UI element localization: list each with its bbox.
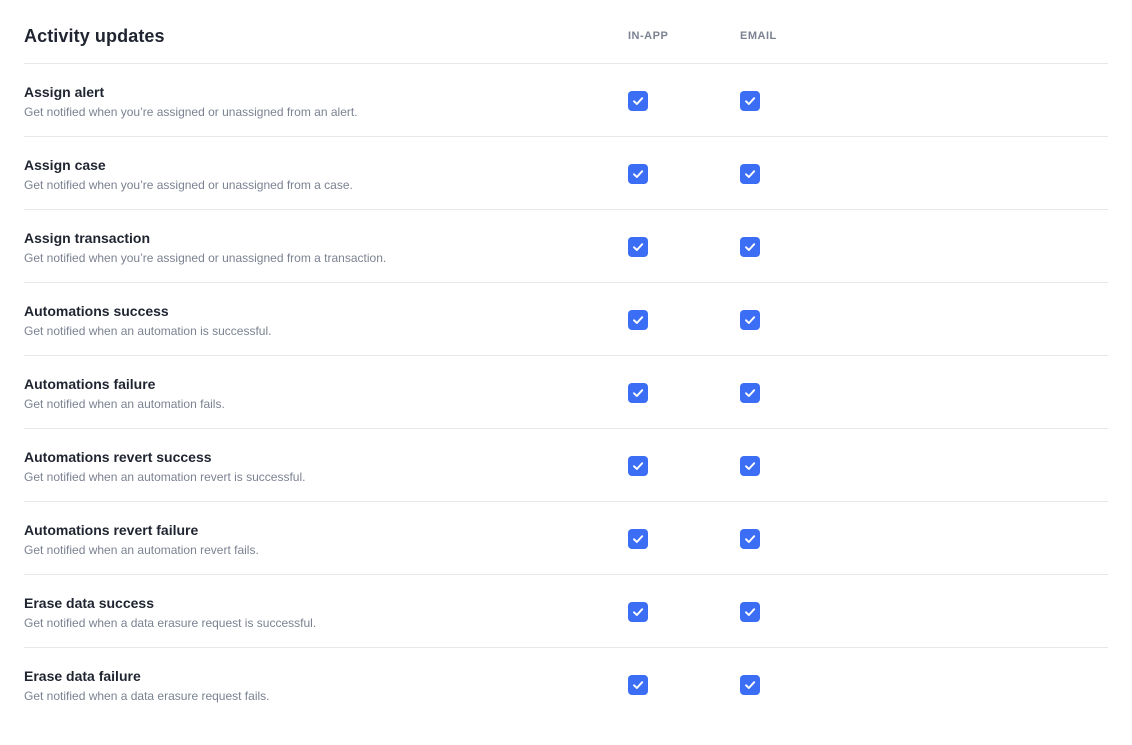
notification-row: Erase data success Get notified when a da… (24, 575, 1108, 648)
notification-description: Get notified when you’re assigned or una… (24, 178, 353, 192)
in-app-checkbox[interactable] (628, 529, 648, 549)
email-checkbox[interactable] (740, 456, 760, 476)
notification-description: Get notified when a data erasure request… (24, 689, 270, 703)
checkmark-icon (745, 389, 756, 397)
activity-updates-panel: Activity updates IN-APP EMAIL Assign ale… (24, 0, 1108, 721)
email-checkbox[interactable] (740, 164, 760, 184)
notification-row: Automations revert failure Get notified w… (24, 502, 1108, 575)
notification-description: Get notified when an automation is succe… (24, 324, 272, 338)
notification-name: Automations success (24, 303, 169, 319)
notification-list: Assign alert Get notified when you’re ass… (24, 64, 1108, 721)
notification-name: Automations revert failure (24, 522, 199, 538)
checkmark-icon (633, 681, 644, 689)
notification-name: Assign transaction (24, 230, 151, 246)
checkmark-icon (745, 535, 756, 543)
email-checkbox[interactable] (740, 91, 760, 111)
column-header-email: EMAIL (740, 30, 777, 42)
in-app-checkbox[interactable] (628, 675, 648, 695)
checkmark-icon (633, 170, 644, 178)
in-app-checkbox[interactable] (628, 237, 648, 257)
email-checkbox[interactable] (740, 602, 760, 622)
checkmark-icon (633, 608, 644, 616)
notification-description: Get notified when you’re assigned or una… (24, 251, 387, 265)
notification-row: Automations failure Get notified when an … (24, 356, 1108, 429)
email-checkbox[interactable] (740, 237, 760, 257)
in-app-checkbox[interactable] (628, 91, 648, 111)
notification-row: Assign alert Get notified when you’re ass… (24, 64, 1108, 137)
section-title: Activity updates (24, 26, 165, 46)
notification-description: Get notified when an automation fails. (24, 397, 225, 411)
notification-row: Assign case Get notified when you’re assi… (24, 137, 1108, 210)
in-app-checkbox[interactable] (628, 602, 648, 622)
checkmark-icon (745, 608, 756, 616)
email-checkbox[interactable] (740, 310, 760, 330)
column-header-in-app: IN-APP (628, 30, 669, 42)
checkmark-icon (633, 243, 644, 251)
notification-description: Get notified when an automation revert f… (24, 543, 259, 557)
notification-row: Automations success Get notified when an … (24, 283, 1108, 356)
notification-name: Erase data success (24, 595, 154, 611)
notification-name: Assign alert (24, 84, 105, 100)
notification-name: Erase data failure (24, 668, 141, 684)
email-checkbox[interactable] (740, 529, 760, 549)
notification-description: Get notified when an automation revert i… (24, 470, 306, 484)
checkmark-icon (633, 389, 644, 397)
notification-row: Erase data failure Get notified when a da… (24, 648, 1108, 721)
email-checkbox[interactable] (740, 675, 760, 695)
in-app-checkbox[interactable] (628, 164, 648, 184)
notification-row: Automations revert success Get notified w… (24, 429, 1108, 502)
notification-description: Get notified when you’re assigned or una… (24, 105, 358, 119)
checkmark-icon (633, 462, 644, 470)
notification-name: Automations failure (24, 376, 156, 392)
in-app-checkbox[interactable] (628, 383, 648, 403)
notification-name: Automations revert success (24, 449, 212, 465)
checkmark-icon (633, 97, 644, 105)
section-header: Activity updates IN-APP EMAIL (24, 0, 1108, 64)
checkmark-icon (745, 170, 756, 178)
checkmark-icon (745, 97, 756, 105)
checkmark-icon (633, 535, 644, 543)
notification-row: Assign transaction Get notified when you’… (24, 210, 1108, 283)
checkmark-icon (745, 316, 756, 324)
checkmark-icon (745, 462, 756, 470)
checkmark-icon (745, 681, 756, 689)
notification-description: Get notified when a data erasure request… (24, 616, 317, 630)
notification-name: Assign case (24, 157, 106, 173)
email-checkbox[interactable] (740, 383, 760, 403)
in-app-checkbox[interactable] (628, 456, 648, 476)
checkmark-icon (633, 316, 644, 324)
in-app-checkbox[interactable] (628, 310, 648, 330)
checkmark-icon (745, 243, 756, 251)
